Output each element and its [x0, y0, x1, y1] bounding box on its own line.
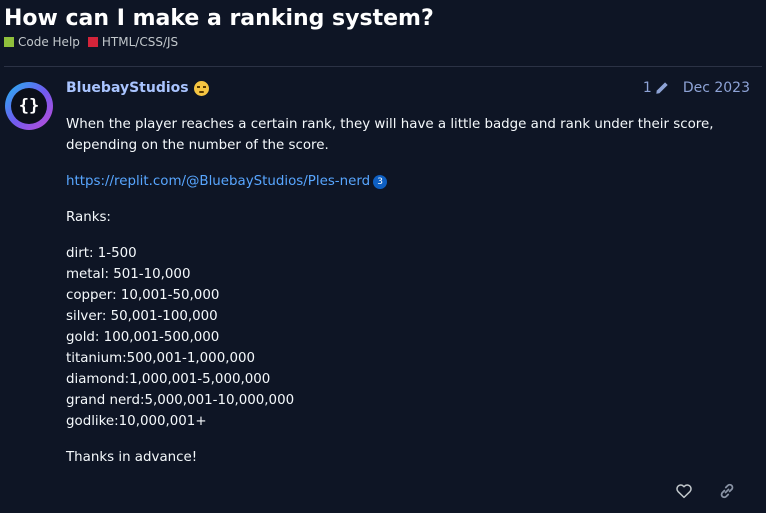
topic-title: How can I make a ranking system? [4, 6, 434, 31]
post-intro: When the player reaches a certain rank, … [66, 117, 714, 153]
category-list: Code Help HTML/CSS/JS [4, 34, 186, 50]
rank-item: gold: 100,001-500,000 [66, 330, 220, 345]
category-label: HTML/CSS/JS [101, 35, 179, 49]
post-meta: 1 Dec 2023 [643, 80, 750, 96]
topic-divider [4, 66, 762, 67]
rank-item: metal: 501-10,000 [66, 267, 191, 282]
share-link-button[interactable] [715, 479, 739, 503]
post-actions [672, 479, 758, 503]
tired-face-emoji-icon [193, 80, 209, 96]
post-body: When the player reaches a certain rank, … [66, 114, 746, 483]
category-code-help[interactable]: Code Help [4, 35, 80, 49]
post-closing: Thanks in advance! [66, 450, 198, 465]
rank-item: godlike:10,000,001+ [66, 414, 207, 429]
rank-item: grand nerd:5,000,001-10,000,000 [66, 393, 295, 408]
ranks-list: dirt: 1-500 metal: 501-10,000 copper: 10… [66, 243, 746, 432]
post-author: BluebayStudios [66, 80, 209, 96]
like-button[interactable] [672, 479, 696, 503]
category-label: Code Help [18, 35, 80, 49]
category-html-css-js[interactable]: HTML/CSS/JS [87, 35, 179, 49]
category-color-swatch [87, 37, 98, 47]
rank-item: titanium:500,001-1,000,000 [66, 351, 256, 366]
rank-item: copper: 10,001-50,000 [66, 288, 220, 303]
username-link[interactable]: BluebayStudios [66, 80, 189, 96]
post-date[interactable]: Dec 2023 [683, 80, 750, 96]
rank-item: dirt: 1-500 [66, 246, 137, 261]
avatar-glyph: {} [11, 88, 47, 124]
ranks-heading: Ranks: [66, 210, 111, 225]
heart-icon [676, 484, 692, 499]
pencil-icon [656, 82, 668, 94]
rank-item: diamond:1,000,001-5,000,000 [66, 372, 271, 387]
post-link-paragraph: https://replit.com/@BluebayStudios/Ples-… [66, 171, 746, 192]
link-click-count: 3 [373, 175, 388, 189]
edit-history-button[interactable]: 1 [643, 80, 669, 96]
edit-count: 1 [642, 80, 652, 96]
replit-link[interactable]: https://replit.com/@BluebayStudios/Ples-… [66, 174, 370, 189]
avatar[interactable]: {} [5, 82, 53, 130]
link-icon [720, 483, 734, 499]
rank-item: silver: 50,001-100,000 [66, 309, 218, 324]
category-color-swatch [4, 37, 14, 47]
